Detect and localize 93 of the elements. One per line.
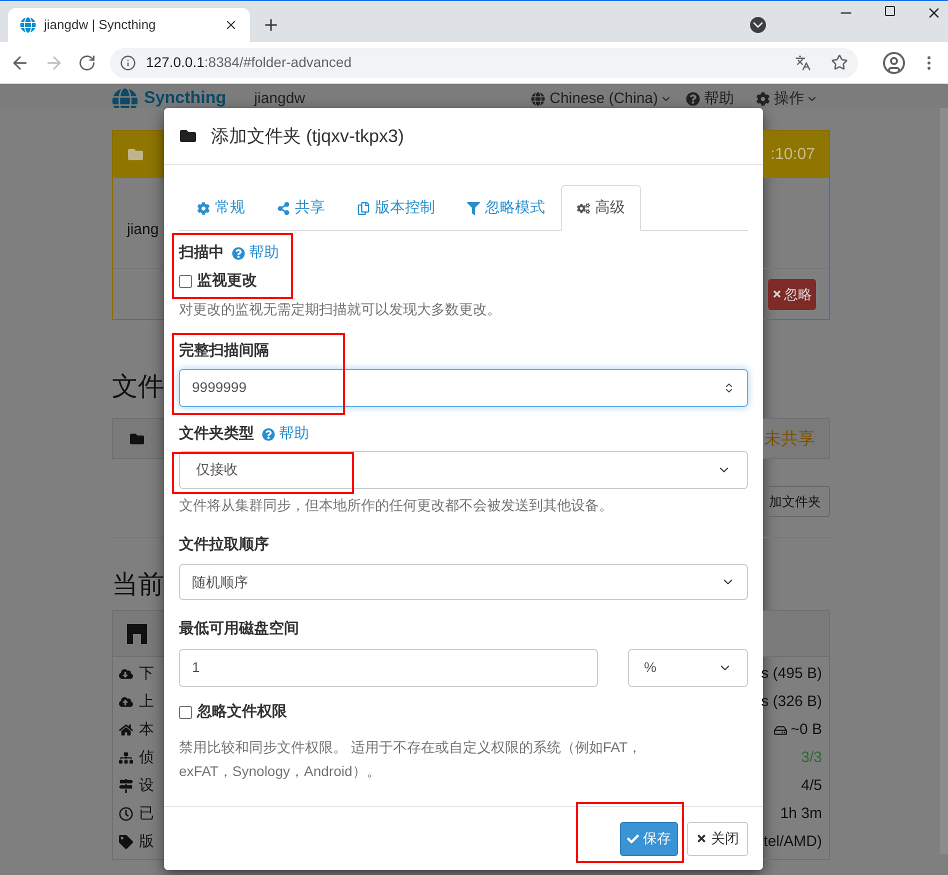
- input-value: 9999999: [192, 378, 247, 397]
- globe-icon: [530, 92, 545, 106]
- stat-label: 版: [139, 832, 154, 852]
- stat-label: 设: [139, 776, 154, 796]
- stat-label: 下: [139, 664, 154, 684]
- checkbox-label[interactable]: 忽略文件权限: [197, 701, 287, 724]
- stat-value: 1h 3m: [780, 804, 822, 824]
- stat-value: 3/3: [801, 748, 822, 768]
- stat-label: 已: [139, 804, 154, 824]
- dialog-title: 添加文件夹 (tjqxv-tkpx3): [211, 124, 404, 148]
- help-icon: [262, 428, 275, 441]
- field-label: 文件夹类型: [179, 424, 254, 444]
- select-field[interactable]: %: [628, 648, 748, 686]
- number-input[interactable]: 9999999: [179, 368, 748, 406]
- tab[interactable]: 常规: [181, 185, 261, 231]
- help-text: 对更改的监视无需定期扫描就可以发现大多数更改。: [179, 300, 502, 319]
- help-text: 文件将从集群同步，但本地所作的任何更改都不会被发送到其他设备。: [179, 496, 614, 514]
- close-icon: [696, 833, 707, 844]
- check-icon: [627, 832, 639, 844]
- section-heading: 文件: [112, 370, 164, 402]
- syncthing-logo-icon: [20, 17, 36, 33]
- help-text: 禁用比较和同步文件权限。 适用于不存在或自定义权限的系统（例如FAT，exFAT，Synology，Android）。: [179, 738, 643, 781]
- address-bar[interactable]: 127.0.0.1:8384/#folder-advanced: [110, 48, 858, 78]
- device-name: jiangdw: [254, 90, 306, 108]
- tab[interactable]: 版本控制: [341, 185, 451, 231]
- checkbox-label[interactable]: 监视更改: [197, 270, 257, 292]
- tag-icon: [119, 835, 133, 849]
- url-host: 127.0.0.1: [146, 54, 204, 70]
- section-heading: 当前: [112, 568, 164, 600]
- checkbox[interactable]: [179, 274, 192, 288]
- help-link[interactable]: 帮助: [232, 242, 279, 264]
- help-icon: [232, 246, 245, 260]
- browser-tab[interactable]: jiangdw | Syncthing: [8, 8, 250, 42]
- help-icon: [686, 92, 700, 106]
- cloud-download-icon: [119, 667, 133, 681]
- help-link[interactable]: 帮助: [262, 423, 309, 446]
- help-link[interactable]: 帮助: [704, 90, 734, 108]
- translate-icon[interactable]: [795, 54, 811, 70]
- gears-icon: [577, 202, 590, 214]
- stat-label: 上: [139, 692, 154, 712]
- add-folder-button[interactable]: 加文件夹: [763, 486, 830, 517]
- select-field[interactable]: 仅接收: [179, 450, 748, 488]
- field-label: 最低可用磁盘空间: [179, 619, 300, 639]
- close-icon: [772, 289, 782, 299]
- field-label: 完整扫描间隔: [179, 341, 270, 361]
- sitemap-icon: [119, 751, 133, 765]
- folder-icon: [129, 432, 145, 446]
- cloud-upload-icon: [119, 695, 133, 709]
- home-icon: [119, 723, 133, 737]
- notice-text: jiang: [127, 221, 159, 238]
- syncthing-logo-icon: [112, 88, 138, 108]
- gear-icon: [756, 92, 770, 106]
- field-label: 文件拉取顺序: [179, 534, 270, 554]
- stat-value: tel/AMD): [764, 832, 822, 852]
- select-field[interactable]: 随机顺序: [179, 564, 748, 600]
- language-menu[interactable]: Chinese (China): [550, 90, 658, 108]
- tab-search-icon[interactable]: [750, 17, 766, 33]
- folder-icon: [179, 128, 197, 144]
- profile-icon[interactable]: [882, 50, 906, 74]
- spinner-icon: [723, 380, 735, 394]
- close-icon: [224, 18, 238, 32]
- text-input[interactable]: 1: [179, 648, 598, 686]
- ignore-button[interactable]: 忽略: [768, 278, 816, 310]
- reload-icon[interactable]: [78, 54, 96, 72]
- actions-menu[interactable]: 操作: [774, 90, 804, 108]
- device-identicon-icon: [127, 624, 147, 644]
- tab[interactable]: 高级: [561, 185, 641, 231]
- stat-label: 侦: [139, 748, 154, 768]
- folder-icon: [127, 147, 144, 162]
- notice-time: :10:07: [770, 144, 815, 164]
- hard-drive-icon: [774, 724, 787, 736]
- stat-value: 4/5: [801, 776, 822, 796]
- clock-icon: [119, 807, 133, 821]
- info-icon: [120, 54, 136, 70]
- folder-status: 未共享: [764, 428, 815, 450]
- signpost-icon: [119, 779, 133, 793]
- tab[interactable]: 共享: [261, 185, 341, 231]
- filter-icon: [467, 202, 480, 214]
- gear-icon: [197, 202, 210, 214]
- star-icon[interactable]: [831, 54, 848, 71]
- stat-label: 本: [139, 720, 154, 740]
- new-tab-icon[interactable]: [262, 16, 280, 34]
- tab[interactable]: 忽略模式: [451, 185, 561, 231]
- share-icon: [277, 202, 290, 214]
- save-button[interactable]: 保存: [620, 822, 678, 856]
- url-path: :8384/#folder-advanced: [204, 54, 352, 70]
- checkbox[interactable]: [179, 706, 192, 719]
- close-button[interactable]: 关闭: [687, 822, 748, 856]
- field-label: 扫描中: [179, 242, 224, 263]
- tab-title: jiangdw | Syncthing: [44, 16, 157, 34]
- stat-value: ~0 B: [790, 720, 822, 740]
- maximize-icon[interactable]: [884, 5, 896, 17]
- copy-icon: [357, 202, 370, 214]
